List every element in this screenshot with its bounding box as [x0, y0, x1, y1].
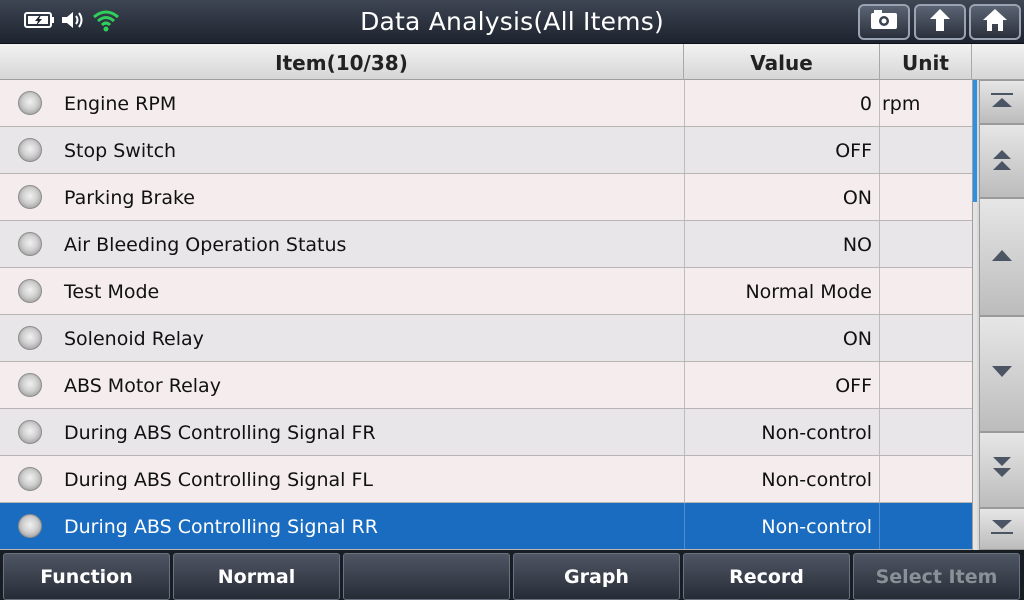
item-unit — [880, 503, 972, 549]
item-name: Stop Switch — [64, 140, 177, 162]
item-value: 0 — [684, 80, 880, 126]
table-row[interactable]: Air Bleeding Operation Status NO — [0, 221, 972, 268]
back-button[interactable] — [914, 4, 966, 40]
scroll-bottom-icon — [989, 517, 1015, 541]
camera-icon — [869, 9, 899, 35]
item-value: Normal Mode — [684, 268, 880, 314]
table-row[interactable]: Solenoid Relay ON — [0, 315, 972, 362]
screenshot-button[interactable] — [858, 4, 910, 40]
radio-icon[interactable] — [0, 409, 60, 455]
item-name: Solenoid Relay — [64, 328, 204, 350]
item-value: Non-control — [684, 409, 880, 455]
footer-toolbar: Function Normal Graph Record Select Item — [0, 550, 1024, 600]
item-name: Air Bleeding Operation Status — [64, 234, 347, 256]
item-value: OFF — [684, 362, 880, 408]
item-unit: rpm — [882, 93, 921, 115]
item-name: During ABS Controlling Signal RR — [64, 516, 378, 538]
table-row[interactable]: ABS Motor Relay OFF — [0, 362, 972, 409]
record-button[interactable]: Record — [683, 553, 850, 600]
radio-icon[interactable] — [0, 362, 60, 408]
table-row[interactable]: Parking Brake ON — [0, 174, 972, 221]
line-up-button[interactable] — [979, 198, 1024, 316]
item-value: ON — [684, 174, 880, 220]
item-unit — [880, 362, 972, 408]
item-unit — [880, 456, 972, 502]
item-unit — [880, 221, 972, 267]
scroll-bottom-button[interactable] — [979, 508, 1024, 550]
item-unit — [880, 409, 972, 455]
data-list: Engine RPM 0 rpm Stop Switch OFF Parking… — [0, 80, 972, 550]
radio-icon[interactable] — [0, 221, 60, 267]
page-down-button[interactable] — [979, 432, 1024, 508]
select-item-button[interactable]: Select Item — [853, 553, 1020, 600]
table-row[interactable]: During ABS Controlling Signal FL Non-con… — [0, 456, 972, 503]
table-header: Item(10/38) Value Unit — [0, 44, 1024, 80]
scroll-track[interactable] — [973, 80, 977, 550]
scroll-top-icon — [989, 90, 1015, 114]
item-value: Non-control — [684, 503, 880, 549]
item-value: Non-control — [684, 456, 880, 502]
upload-icon — [926, 7, 954, 37]
item-name: During ABS Controlling Signal FL — [64, 469, 374, 491]
radio-icon[interactable] — [0, 80, 60, 126]
scroll-top-button[interactable] — [979, 80, 1024, 124]
item-name: During ABS Controlling Signal FR — [64, 422, 376, 444]
radio-icon[interactable] — [0, 456, 60, 502]
item-name: Test Mode — [64, 281, 160, 303]
function-button[interactable]: Function — [3, 553, 170, 600]
column-header-value: Value — [684, 44, 880, 80]
item-value: ON — [684, 315, 880, 361]
item-unit — [880, 315, 972, 361]
graph-button[interactable]: Graph — [513, 553, 680, 600]
line-up-icon — [989, 245, 1015, 269]
table-row[interactable]: During ABS Controlling Signal FR Non-con… — [0, 409, 972, 456]
column-header-item: Item(10/38) — [0, 44, 684, 80]
home-button[interactable] — [969, 4, 1021, 40]
table-row[interactable]: Test Mode Normal Mode — [0, 268, 972, 315]
title-bar: Data Analysis(All Items) — [0, 0, 1024, 44]
radio-icon[interactable] — [0, 127, 60, 173]
blank-button[interactable] — [343, 553, 510, 600]
item-value: NO — [684, 221, 880, 267]
table-row-selected[interactable]: During ABS Controlling Signal RR Non-con… — [0, 503, 972, 550]
scroll-thumb[interactable] — [973, 80, 977, 202]
item-value: OFF — [684, 127, 880, 173]
item-name: Parking Brake — [64, 187, 195, 209]
page-up-icon — [989, 145, 1015, 177]
table-row[interactable]: Stop Switch OFF — [0, 127, 972, 174]
radio-icon[interactable] — [0, 174, 60, 220]
normal-button[interactable]: Normal — [173, 553, 340, 600]
column-header-unit: Unit — [880, 44, 972, 80]
line-down-button[interactable] — [979, 316, 1024, 432]
radio-icon[interactable] — [0, 315, 60, 361]
item-unit — [880, 174, 972, 220]
table-row[interactable]: Engine RPM 0 rpm — [0, 80, 972, 127]
line-down-icon — [989, 362, 1015, 386]
radio-icon[interactable] — [0, 503, 60, 549]
item-unit — [880, 127, 972, 173]
home-icon — [981, 7, 1009, 37]
radio-icon[interactable] — [0, 268, 60, 314]
item-name: ABS Motor Relay — [64, 375, 221, 397]
item-name: Engine RPM — [64, 93, 177, 115]
item-unit — [880, 268, 972, 314]
scrollbar[interactable] — [972, 80, 1024, 550]
page-down-icon — [989, 454, 1015, 486]
page-up-button[interactable] — [979, 124, 1024, 198]
